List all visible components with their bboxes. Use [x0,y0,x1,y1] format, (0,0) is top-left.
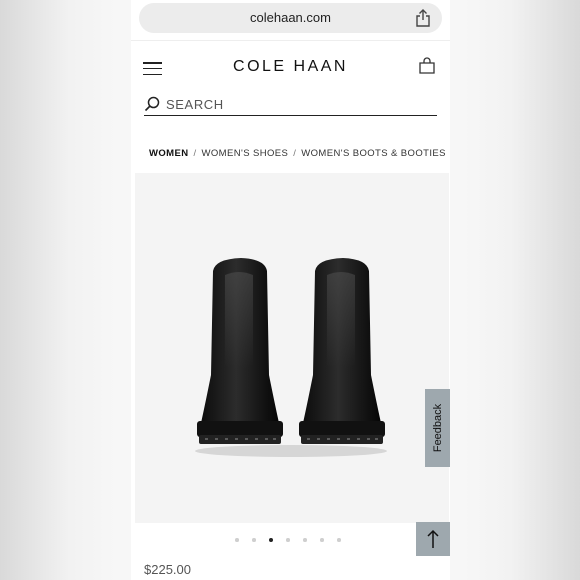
breadcrumb-separator: / [193,148,197,159]
carousel-dot-active[interactable] [269,538,273,542]
boots-image [195,258,387,457]
back-to-top-button[interactable] [416,522,450,556]
breadcrumb-women[interactable]: WOMEN [149,148,188,159]
url-text: colehaan.com [250,10,331,25]
carousel-dot[interactable] [235,538,239,542]
brand-logo[interactable]: COLE HAAN [131,58,450,76]
phone-screen: colehaan.com COLE HAAN WOMEN / WOMEN'S SHO… [131,0,450,580]
product-price: $225.00 [144,562,191,577]
carousel-dot[interactable] [337,538,341,542]
share-icon[interactable] [414,8,432,28]
browser-url-bar[interactable]: colehaan.com [139,3,442,33]
carousel-dot[interactable] [320,538,324,542]
carousel-dot[interactable] [252,538,256,542]
arrow-up-icon [427,529,439,548]
header-divider [131,40,450,41]
search-input[interactable] [166,95,426,113]
shopping-bag-icon[interactable] [418,57,436,75]
search-icon [144,96,160,112]
breadcrumb: WOMEN / WOMEN'S SHOES / WOMEN'S BOOTS & BOOT… [149,148,446,159]
breadcrumb-boots-booties[interactable]: WOMEN'S BOOTS & BOOTIES [301,148,446,159]
feedback-tab[interactable]: Feedback [425,389,450,467]
feedback-label: Feedback [431,403,444,453]
breadcrumb-womens-shoes[interactable]: WOMEN'S SHOES [202,148,289,159]
product-image[interactable] [135,173,449,523]
search-bar[interactable] [144,95,437,116]
carousel-dot[interactable] [286,538,290,542]
breadcrumb-separator: / [293,148,297,159]
carousel-dot[interactable] [303,538,307,542]
